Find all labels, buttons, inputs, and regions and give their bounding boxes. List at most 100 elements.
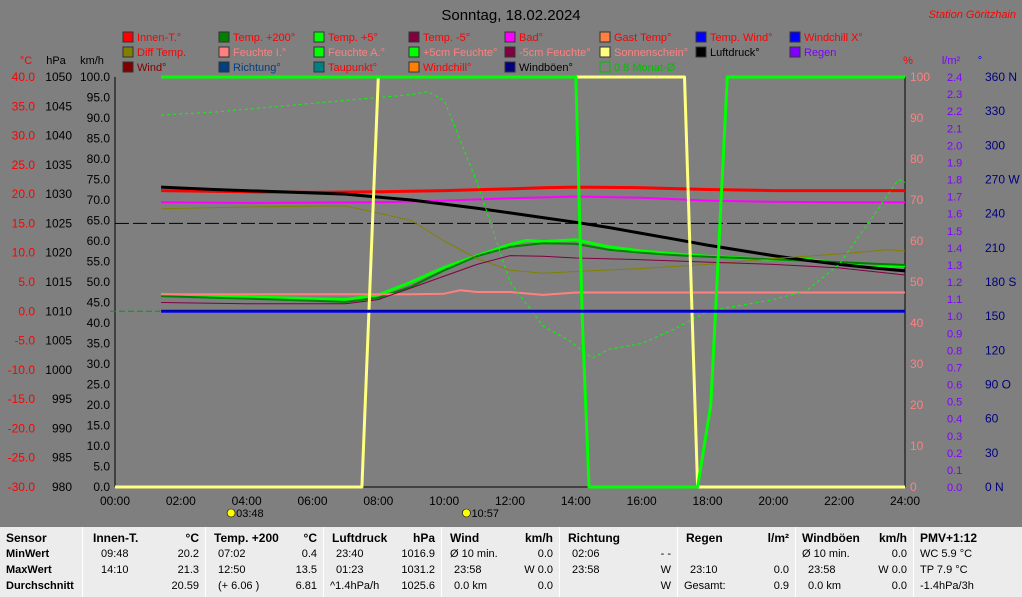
legend-swatch <box>122 46 134 58</box>
kmh-tick-label: 95.0 <box>87 91 111 105</box>
series-line <box>161 185 906 273</box>
legend-swatch <box>504 61 516 73</box>
percent-tick-label: 90 <box>910 111 924 125</box>
legend-swatch <box>599 46 611 58</box>
axis-unit-radiation: l/m² <box>942 55 961 67</box>
radiation-tick-label: 0.7 <box>947 362 962 374</box>
series-line <box>161 91 906 359</box>
regen-header: Regen <box>686 531 723 545</box>
legend-swatch <box>599 61 611 73</box>
legend-label: Bad° <box>519 32 543 44</box>
richtung-min-time: 02:06 <box>572 548 600 560</box>
x-tick-label: 14:00 <box>561 494 591 508</box>
innen-min-time: 09:48 <box>101 548 129 560</box>
hpa-tick-label: 1025 <box>45 216 72 230</box>
legend-swatch <box>122 61 134 73</box>
luftdruck-column: Luftdruck hPa 23:40 1016.9 01:23 1031.2 … <box>323 527 441 597</box>
legend-label: Taupunkt° <box>328 62 377 74</box>
legend-swatch <box>695 31 707 43</box>
radiation-tick-label: 0.2 <box>947 448 962 460</box>
kmh-tick-label: 45.0 <box>87 296 111 310</box>
x-tick-label: 02:00 <box>166 494 196 508</box>
innen-max-value: 21.3 <box>177 564 199 576</box>
sunset-icon <box>462 508 471 518</box>
windboeen-distance: 0.0 km <box>808 580 842 592</box>
hpa-tick-label: 980 <box>52 480 72 494</box>
kmh-tick-label: 55.0 <box>87 255 111 269</box>
hpa-tick-label: 990 <box>52 421 72 435</box>
axis-unit-hpa: hPa <box>46 55 66 67</box>
direction-tick-label: 30 <box>985 446 999 460</box>
innen-unit: °C <box>185 531 199 545</box>
temp200-min-value: 0.4 <box>301 548 317 560</box>
pmv-dewpoint: TP 7.9 °C <box>920 564 968 576</box>
radiation-tick-label: 1.3 <box>947 260 962 272</box>
legend-swatch <box>408 61 420 73</box>
x-tick-label: 12:00 <box>495 494 525 508</box>
luftdruck-avg-value: 1025.6 <box>401 580 435 592</box>
direction-tick-label: 150 <box>985 309 1005 323</box>
temp-tick-label: 40.0 <box>12 70 36 84</box>
temp200-min-time: 07:02 <box>218 548 246 560</box>
legend-label: Temp. +200° <box>233 32 295 44</box>
legend-label: Gast Temp° <box>614 32 671 44</box>
legend-label: Feuchte I.° <box>233 47 286 59</box>
radiation-tick-label: 1.9 <box>947 157 962 169</box>
radiation-tick-label: 0.6 <box>947 380 962 392</box>
axis-unit-kmh: km/h <box>80 55 104 67</box>
kmh-tick-label: 25.0 <box>87 378 111 392</box>
sunrise-icon <box>226 508 236 518</box>
temp200-avg-value: 6.81 <box>295 580 317 592</box>
kmh-tick-label: 50.0 <box>87 275 111 289</box>
windboeen-header: Windböen <box>802 531 860 545</box>
innen-avg-value: 20.59 <box>171 580 199 592</box>
kmh-tick-label: 15.0 <box>87 419 111 433</box>
series-line <box>115 75 905 489</box>
chart-title: Sonntag, 18.02.2024 <box>441 7 580 24</box>
richtung-max-time: 23:58 <box>572 564 600 576</box>
legend-label: Windböen° <box>519 62 573 74</box>
percent-tick-label: 50 <box>910 275 924 289</box>
temp200-header: Temp. +200 <box>214 531 279 545</box>
percent-tick-label: 40 <box>910 316 924 330</box>
percent-tick-label: 10 <box>910 439 924 453</box>
wind-total-value: 0.0 <box>537 580 553 592</box>
pmv-column: PMV+1:12 WC 5.9 °C TP 7.9 °C -1.4hPa/3h <box>913 527 1022 597</box>
kmh-tick-label: 20.0 <box>87 398 111 412</box>
legend-swatch <box>122 31 134 43</box>
temp200-unit: °C <box>303 531 317 545</box>
radiation-tick-label: 2.0 <box>947 140 962 152</box>
direction-tick-label: 120 <box>985 343 1005 357</box>
radiation-tick-label: 0.0 <box>947 482 962 494</box>
hpa-tick-label: 1040 <box>45 129 72 143</box>
temp-tick-label: -5.0 <box>14 334 35 348</box>
kmh-tick-label: 0.0 <box>93 480 110 494</box>
temp-tick-label: -20.0 <box>8 421 36 435</box>
x-tick-label: 20:00 <box>758 494 788 508</box>
legend-label: +5cm Feuchte° <box>423 47 497 59</box>
wind-unit: km/h <box>524 531 553 545</box>
luftdruck-trend: ^1.4hPa/h <box>330 580 380 592</box>
hpa-tick-label: 1005 <box>45 334 72 348</box>
windboeen-avg-label: Ø 10 min. <box>802 548 850 560</box>
legend-swatch <box>789 46 801 58</box>
legend-swatch <box>695 46 707 58</box>
sensor-header: Sensor <box>6 531 47 545</box>
kmh-tick-label: 30.0 <box>87 357 111 371</box>
temp200-column: Temp. +200 °C 07:02 0.4 12:50 13.5 (+ 6.… <box>205 527 323 597</box>
temp-tick-label: 30.0 <box>12 129 36 143</box>
axis-unit-direction: ° <box>978 55 982 67</box>
legend-swatch <box>599 31 611 43</box>
legend-label: 0.8 Monat-Ø <box>614 62 676 74</box>
legend-label: Diff Temp. <box>137 47 186 59</box>
kmh-tick-label: 85.0 <box>87 132 111 146</box>
richtung-avg-value: W <box>660 580 671 592</box>
legend-label: Temp. Wind° <box>710 32 772 44</box>
radiation-tick-label: 2.3 <box>947 89 962 101</box>
direction-tick-label: 210 <box>985 241 1005 255</box>
luftdruck-min-time: 23:40 <box>336 548 364 560</box>
luftdruck-max-time: 01:23 <box>336 564 364 576</box>
temp-tick-label: 0.0 <box>18 304 35 318</box>
kmh-tick-label: 40.0 <box>87 316 111 330</box>
hpa-tick-label: 1015 <box>45 275 72 289</box>
